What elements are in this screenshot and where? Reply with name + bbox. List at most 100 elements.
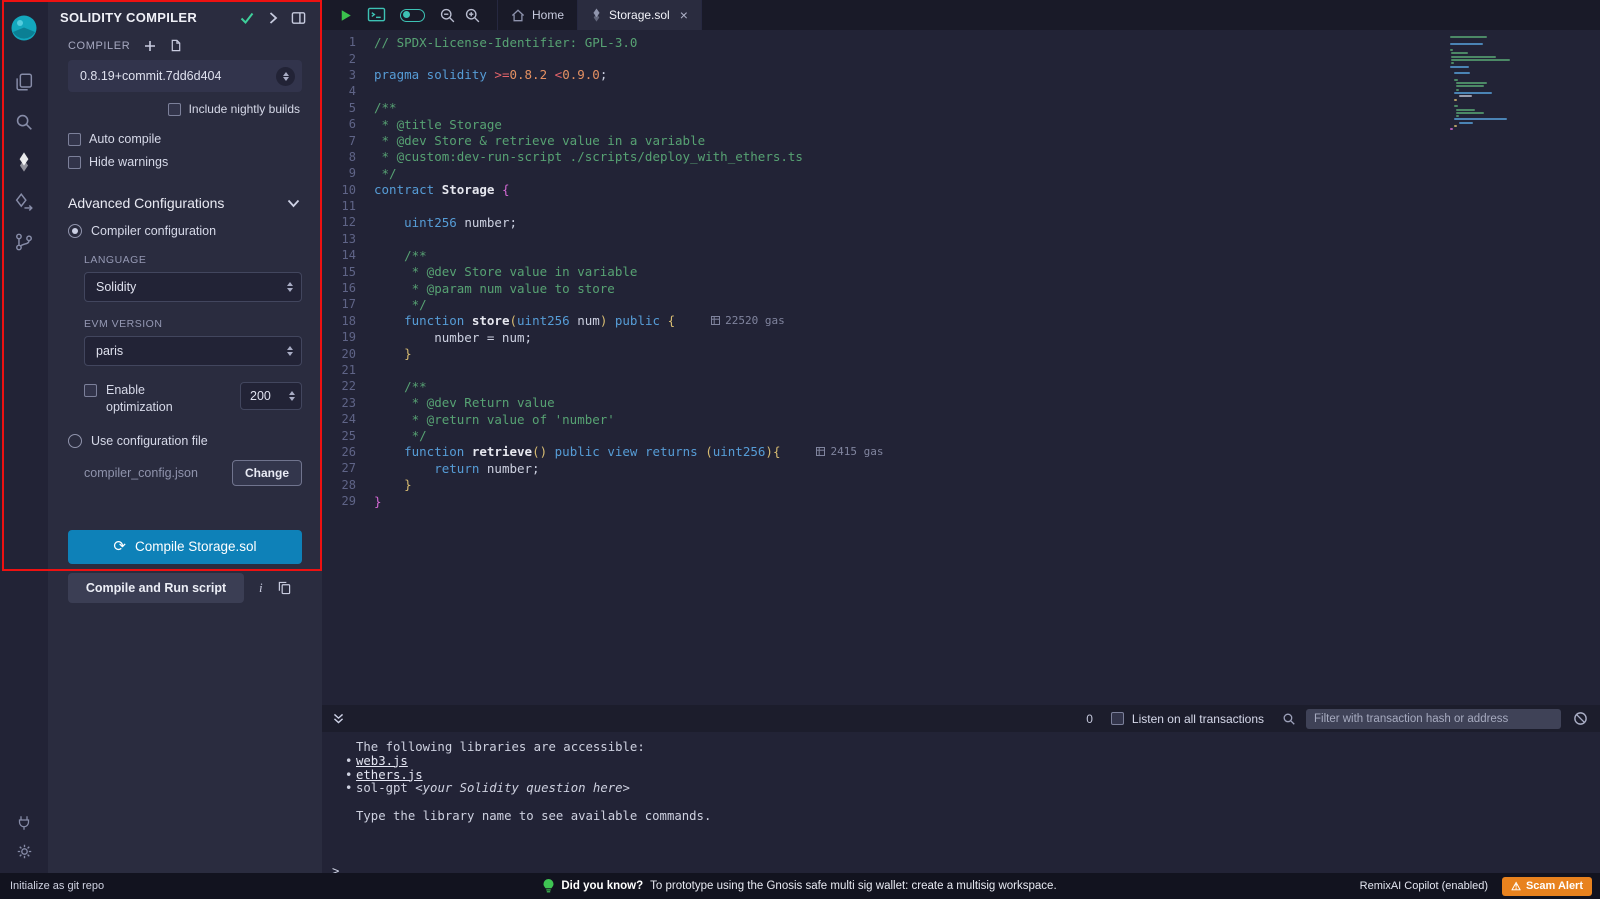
gas-estimate-badge[interactable]: 2415 gas (816, 445, 883, 458)
editor-minimap[interactable] (1450, 36, 1560, 132)
remix-logo-icon[interactable] (0, 8, 48, 48)
panel-header: SOLIDITY COMPILER (48, 0, 322, 29)
config-file-name: compiler_config.json (84, 466, 198, 480)
zoom-in-icon[interactable] (464, 7, 481, 24)
code-line[interactable]: 27 return number; (322, 460, 1600, 476)
code-line[interactable]: 16 * @param num value to store (322, 280, 1600, 296)
code-line[interactable]: 3pragma solidity >=0.8.2 <0.9.0; (322, 67, 1600, 83)
line-number: 1 (322, 35, 374, 49)
file-explorer-icon[interactable] (0, 62, 48, 102)
code-line[interactable]: 25 */ (322, 427, 1600, 443)
compiler-version-select[interactable]: 0.8.19+commit.7dd6d404 (68, 60, 302, 92)
code-line[interactable]: 9 */ (322, 165, 1600, 181)
select-arrows-icon (287, 282, 293, 292)
chevron-down-icon (287, 199, 300, 208)
terminal-window-icon[interactable] (367, 7, 386, 23)
run-script-play-icon[interactable] (338, 7, 353, 24)
code-line[interactable]: 20 } (322, 345, 1600, 361)
code-line[interactable]: 6 * @title Storage (322, 116, 1600, 132)
scam-alert-badge[interactable]: ⚠ Scam Alert (1502, 877, 1592, 896)
close-tab-icon[interactable]: × (680, 7, 688, 23)
code-line[interactable]: 10contract Storage { (322, 182, 1600, 198)
search-icon[interactable] (0, 102, 48, 142)
optimization-runs-input[interactable]: 200 (240, 382, 302, 410)
listen-all-transactions-checkbox[interactable] (1111, 712, 1124, 725)
code-line[interactable]: 26 function retrieve() public view retur… (322, 444, 1600, 460)
terminal-prompt[interactable]: > (322, 864, 1600, 873)
code-line[interactable]: 7 * @dev Store & retrieve value in a var… (322, 132, 1600, 148)
code-line[interactable]: 29} (322, 493, 1600, 509)
clear-console-icon[interactable] (1573, 711, 1588, 726)
code-text: /** (374, 379, 427, 394)
add-compiler-plus-icon[interactable] (144, 40, 156, 52)
gas-estimate-badge[interactable]: 22520 gas (711, 314, 785, 327)
code-line[interactable]: 14 /** (322, 247, 1600, 263)
compile-and-run-button[interactable]: Compile and Run script (68, 573, 244, 603)
code-line[interactable]: 11 (322, 198, 1600, 214)
home-icon (511, 9, 525, 22)
expand-terminal-icon[interactable] (332, 712, 345, 725)
code-line[interactable]: 21 (322, 362, 1600, 378)
plugin-manager-icon[interactable] (0, 811, 48, 835)
chevron-right-icon[interactable] (267, 11, 279, 25)
source-control-icon[interactable] (0, 222, 48, 262)
enable-optimization-checkbox[interactable] (84, 384, 97, 397)
code-text: * @dev Store value in variable (374, 264, 637, 279)
open-file-icon[interactable] (170, 39, 182, 52)
git-init-status[interactable]: Initialize as git repo (10, 880, 104, 892)
library-link[interactable]: ethers.js (356, 768, 423, 782)
zoom-out-icon[interactable] (439, 7, 456, 24)
include-nightly-checkbox[interactable] (168, 103, 181, 116)
transaction-count-badge: 0 (1086, 712, 1093, 726)
line-number: 25 (322, 429, 374, 443)
transaction-filter-input[interactable] (1306, 709, 1561, 729)
line-number: 12 (322, 215, 374, 229)
evm-version-label: EVM VERSION (84, 318, 302, 330)
info-icon[interactable]: i (259, 580, 263, 596)
code-line[interactable]: 12 uint256 number; (322, 214, 1600, 230)
code-line[interactable]: 18 function store(uint256 num) public {2… (322, 313, 1600, 329)
terminal-search-icon[interactable] (1282, 712, 1296, 726)
code-text: * @return value of 'number' (374, 412, 615, 427)
use-configuration-file-radio[interactable]: Use configuration file (68, 434, 302, 448)
editor-tab-bar: Home Storage.sol × (322, 0, 1600, 30)
code-line[interactable]: 23 * @dev Return value (322, 395, 1600, 411)
advanced-configurations-toggle[interactable]: Advanced Configurations (68, 195, 302, 211)
code-line[interactable]: 4 (322, 83, 1600, 99)
copy-icon[interactable] (278, 581, 291, 595)
copilot-status[interactable]: RemixAI Copilot (enabled) (1360, 880, 1488, 892)
panel-layout-icon[interactable] (291, 11, 306, 25)
library-link[interactable]: web3.js (356, 754, 408, 768)
code-line[interactable]: 8 * @custom:dev-run-script ./scripts/dep… (322, 149, 1600, 165)
compile-button[interactable]: ⟳ Compile Storage.sol (68, 530, 302, 564)
did-you-know-tip: Did you know? To prototype using the Gno… (543, 879, 1056, 893)
language-select[interactable]: Solidity (84, 272, 302, 302)
code-line[interactable]: 5/** (322, 100, 1600, 116)
code-line[interactable]: 22 /** (322, 378, 1600, 394)
terminal-output-area[interactable]: The following libraries are accessible:•… (322, 732, 1600, 873)
code-line[interactable]: 24 * @return value of 'number' (322, 411, 1600, 427)
tab-storage-sol[interactable]: Storage.sol × (578, 0, 702, 30)
code-line[interactable]: 13 (322, 231, 1600, 247)
deploy-and-run-icon[interactable] (0, 182, 48, 222)
evm-version-select[interactable]: paris (84, 336, 302, 366)
code-text: /** (374, 100, 397, 115)
radio-unselected-icon (68, 434, 82, 448)
change-config-button[interactable]: Change (232, 460, 302, 486)
solidity-compiler-icon[interactable] (0, 142, 48, 182)
hide-warnings-checkbox[interactable] (68, 156, 81, 169)
code-line[interactable]: 17 */ (322, 296, 1600, 312)
terminal-output: The following libraries are accessible:•… (322, 741, 1600, 873)
code-editor[interactable]: 1// SPDX-License-Identifier: GPL-3.023pr… (322, 30, 1600, 705)
compiler-configuration-radio[interactable]: Compiler configuration (68, 224, 302, 238)
code-line[interactable]: 15 * @dev Store value in variable (322, 263, 1600, 279)
code-line[interactable]: 28 } (322, 477, 1600, 493)
code-line[interactable]: 19 number = num; (322, 329, 1600, 345)
code-line[interactable]: 1// SPDX-License-Identifier: GPL-3.0 (322, 34, 1600, 50)
preview-toggle[interactable] (400, 9, 425, 22)
auto-compile-checkbox[interactable] (68, 133, 81, 146)
tab-home[interactable]: Home (497, 0, 578, 30)
spinner-arrows-icon[interactable] (289, 391, 295, 401)
code-line[interactable]: 2 (322, 50, 1600, 66)
settings-gear-icon[interactable] (0, 839, 48, 863)
